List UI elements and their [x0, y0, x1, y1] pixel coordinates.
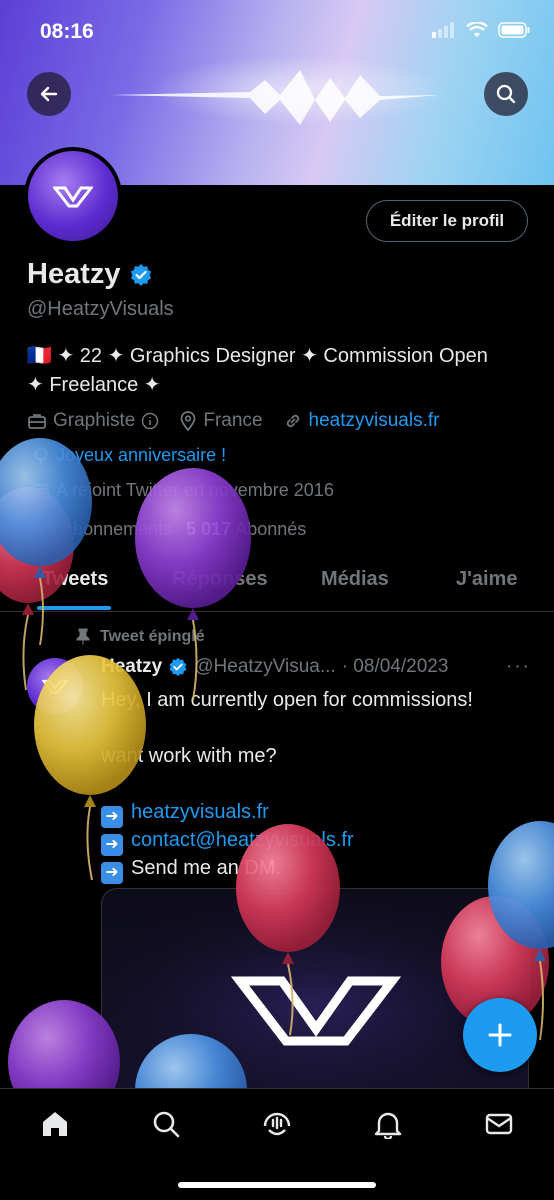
- arrow-left-icon: [40, 86, 58, 102]
- nav-home[interactable]: [38, 1107, 72, 1141]
- pinned-label-row: Tweet épinglé: [76, 628, 205, 646]
- profile-bio: 🇫🇷 ✦ 22 ✦ Graphics Designer ✦ Commission…: [27, 342, 532, 400]
- tweet-date: · 08/04/2023: [341, 656, 449, 677]
- profile-name: Heatzy: [27, 258, 121, 290]
- profile-birthday: Joyeux anniversaire !: [32, 445, 226, 466]
- tweet-line: Send me an DM.: [131, 857, 282, 879]
- tab-likes[interactable]: J'aime: [456, 568, 517, 591]
- balloon-icon: [34, 447, 48, 464]
- info-icon[interactable]: [141, 412, 159, 430]
- nav-spaces[interactable]: [260, 1107, 294, 1141]
- profile-meta: Graphiste France heatzyvisuals.fr: [27, 410, 439, 432]
- plus-icon: [488, 1023, 512, 1047]
- profile-location: France: [179, 410, 263, 432]
- profile-category: Graphiste: [27, 410, 159, 432]
- location-pin-icon: [180, 411, 196, 431]
- search-icon: [496, 84, 516, 104]
- logo-icon: [102, 889, 528, 1102]
- bio-line: 🇫🇷 ✦ 22 ✦ Graphics Designer ✦ Commission…: [27, 345, 488, 367]
- right-arrow-icon: ➜: [101, 834, 123, 856]
- status-time: 08:16: [40, 20, 94, 43]
- following-link[interactable]: 326 Abonnements: [27, 519, 172, 540]
- nav-search[interactable]: [149, 1107, 183, 1141]
- profile-joined: A rejoint Twitter en novembre 2016: [32, 480, 334, 501]
- search-button[interactable]: [484, 72, 528, 116]
- back-button[interactable]: [27, 72, 71, 116]
- profile-website[interactable]: heatzyvisuals.fr: [283, 410, 440, 432]
- following-count: 326: [27, 519, 58, 539]
- messages-icon: [485, 1113, 513, 1135]
- wifi-icon: [466, 22, 488, 37]
- tweet-author-handle: @HeatzyVisua...: [194, 656, 336, 677]
- tweet-text: Hey, I am currently open for commissions…: [101, 686, 531, 884]
- home-icon: [43, 1112, 67, 1136]
- nav-messages[interactable]: [482, 1107, 516, 1141]
- birthday-text: Joyeux anniversaire !: [56, 445, 227, 465]
- profile-avatar[interactable]: [24, 147, 122, 245]
- tweet-link-row: ➜ contact@heatzyvisuals.fr: [101, 826, 531, 856]
- link-icon: [286, 414, 299, 428]
- joined-text: A rejoint Twitter en novembre 2016: [56, 480, 334, 500]
- tweet-media-image[interactable]: [101, 888, 529, 1103]
- search-icon: [153, 1111, 180, 1138]
- tweet-more-button[interactable]: ···: [506, 656, 531, 678]
- logo-icon: [53, 186, 93, 208]
- nav-notifications[interactable]: [371, 1107, 405, 1141]
- compose-tweet-button[interactable]: [463, 998, 537, 1072]
- tab-tweets[interactable]: Tweets: [42, 568, 108, 591]
- tweet-author-avatar[interactable]: [27, 658, 83, 714]
- profile-follow-stats: 326 Abonnements 5 017 Abonnés: [27, 519, 306, 540]
- status-indicators: [432, 22, 530, 38]
- signal-icon: [432, 22, 454, 38]
- tweet-header: Heatzy @HeatzyVisua... · 08/04/2023 ···: [101, 656, 531, 678]
- tweet-line: want work with me?: [101, 745, 277, 767]
- briefcase-icon: [28, 414, 46, 429]
- category-label: Graphiste: [53, 410, 136, 431]
- balloon-blue-left: [0, 438, 92, 646]
- tweet-line: Hey, I am currently open for commissions…: [101, 689, 473, 711]
- pin-icon: [76, 628, 90, 645]
- followers-count: 5 017: [186, 519, 232, 539]
- notifications-icon: [374, 1112, 402, 1139]
- tab-replies[interactable]: Réponses: [172, 568, 268, 591]
- edit-profile-button[interactable]: Éditer le profil: [366, 200, 528, 242]
- following-label: Abonnements: [61, 519, 173, 539]
- home-indicator-bar[interactable]: [178, 1182, 376, 1188]
- spaces-icon: [263, 1112, 291, 1136]
- tweet-link-row: ➜ Send me an DM.: [101, 854, 531, 884]
- logo-icon: [42, 679, 68, 694]
- calendar-icon: [33, 483, 49, 499]
- website-link[interactable]: heatzyvisuals.fr: [309, 410, 440, 432]
- tweet-link-email[interactable]: contact@heatzyvisuals.fr: [131, 829, 354, 851]
- right-arrow-icon: ➜: [101, 806, 123, 828]
- followers-label: Abonnés: [235, 519, 307, 539]
- profile-tabs: Tweets Réponses Médias J'aime: [0, 556, 554, 612]
- profile-name-row: Heatzy: [27, 258, 153, 291]
- verified-badge-icon: [169, 657, 187, 677]
- active-tab-indicator: [37, 606, 111, 610]
- tab-media[interactable]: Médias: [321, 568, 389, 591]
- followers-link[interactable]: 5 017 Abonnés: [186, 519, 306, 540]
- verified-badge-icon[interactable]: [129, 263, 153, 287]
- right-arrow-icon: ➜: [101, 862, 123, 884]
- tweet-author-name[interactable]: Heatzy: [101, 656, 162, 678]
- tweet-link-website[interactable]: heatzyvisuals.fr: [131, 801, 269, 823]
- location-label: France: [203, 410, 263, 431]
- profile-handle: @HeatzyVisuals: [27, 298, 174, 320]
- battery-icon: [498, 22, 530, 38]
- pinned-label: Tweet épinglé: [100, 628, 205, 645]
- tweet-link-row: ➜ heatzyvisuals.fr: [101, 798, 531, 828]
- bio-line: ✦ Freelance ✦: [27, 374, 161, 396]
